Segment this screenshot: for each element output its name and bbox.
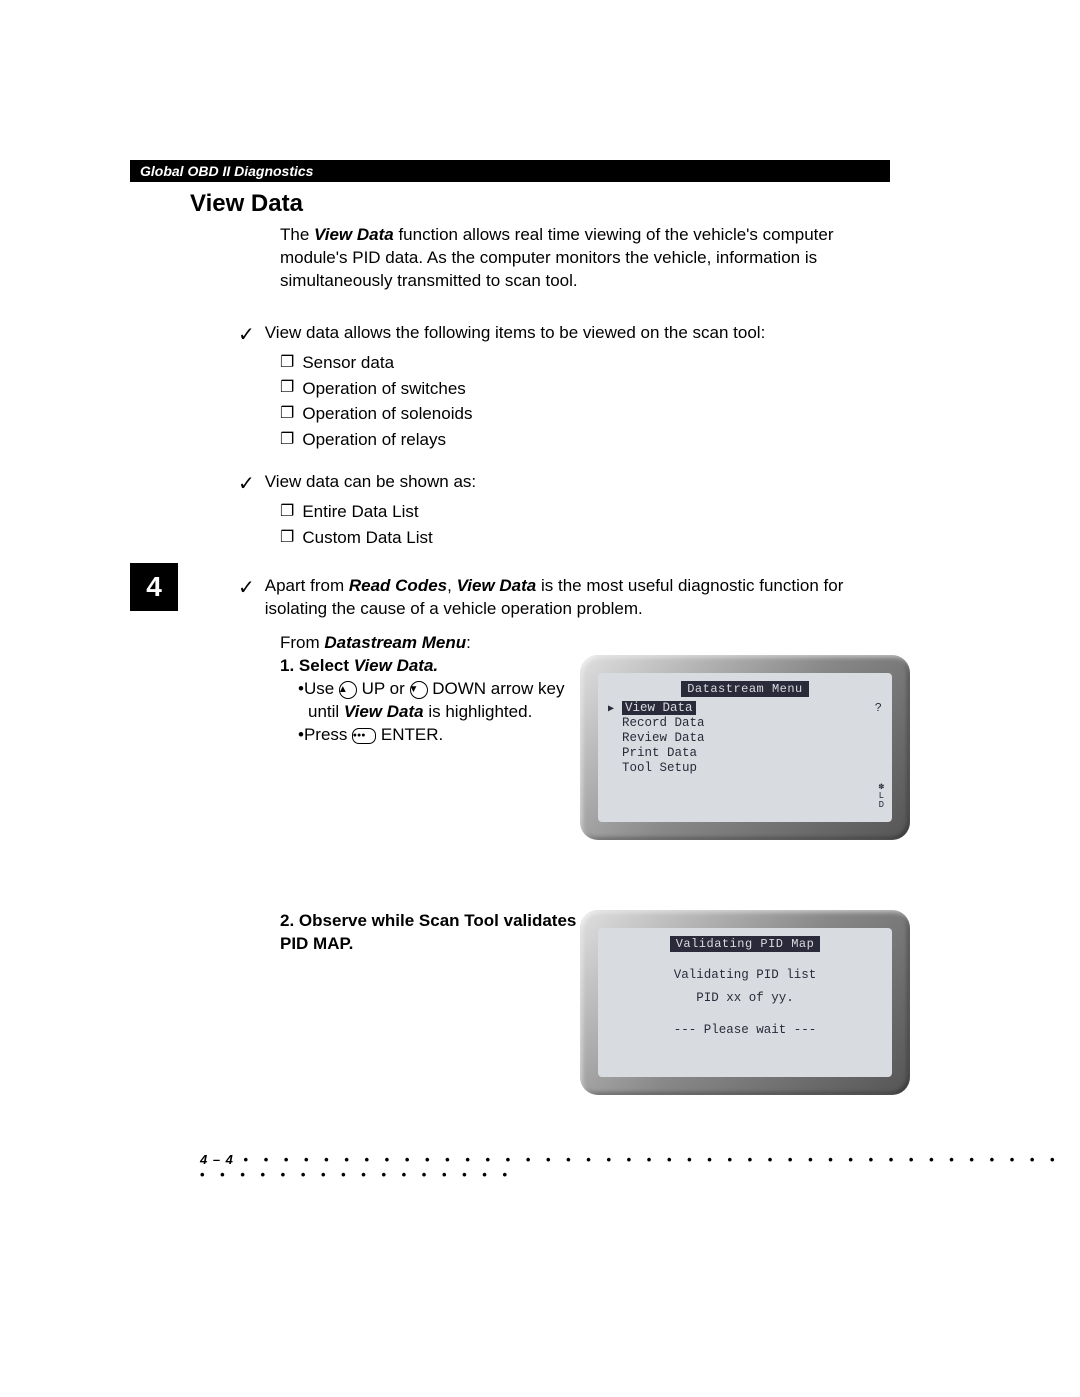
help-icon: ? <box>875 701 882 715</box>
check-item-1: ✓ View data allows the following items t… <box>238 321 910 349</box>
page-footer: 4 – 4 • • • • • • • • • • • • • • • • • … <box>200 1152 1080 1182</box>
emphasis: View Data <box>344 702 424 721</box>
list-item: ❐ Custom Data List <box>280 526 910 550</box>
screen-item-label: View Data <box>622 701 696 715</box>
screen-2-line: PID xx of yy. <box>608 987 882 1010</box>
emphasis: View Data <box>457 576 537 595</box>
step-1-row: 1. Select View Data. •Use ▲ UP or ▼ DOWN… <box>280 655 910 840</box>
list-item: ❐ Operation of solenoids <box>280 402 910 426</box>
list-item-label: Sensor data <box>302 351 394 375</box>
footer-dots: • • • • • • • • • • • • • • • • • • • • … <box>200 1152 1061 1182</box>
from-line: From Datastream Menu: <box>280 633 910 653</box>
screen-2-frame: Validating PID Map Validating PID list P… <box>580 910 910 1095</box>
text: Apart from <box>265 576 349 595</box>
screen-2-title: Validating PID Map <box>670 936 821 952</box>
box-bullet-icon: ❐ <box>280 527 294 549</box>
checkmark-icon: ✓ <box>238 574 255 602</box>
intro-prefix: The <box>280 225 314 244</box>
step-2-heading: 2. Observe while Scan Tool validates PID… <box>280 910 580 956</box>
step-1-sub-1: •Use ▲ UP or ▼ DOWN arrow key until View… <box>298 678 580 724</box>
screen-2-line: Validating PID list <box>608 964 882 987</box>
box-bullet-icon: ❐ <box>280 429 294 451</box>
check-item-2: ✓ View data can be shown as: <box>238 470 910 498</box>
intro-emphasis: View Data <box>314 225 394 244</box>
text: is highlighted. <box>424 702 533 721</box>
down-arrow-icon: ▼ <box>410 681 428 699</box>
text: , <box>447 576 456 595</box>
emphasis: View Data. <box>354 656 438 675</box>
enter-button-icon: ●●● <box>352 728 376 744</box>
sub-list-2: ❐ Entire Data List ❐ Custom Data List <box>280 500 910 550</box>
chapter-tab: 4 <box>130 563 178 611</box>
text: Use <box>304 679 339 698</box>
check3-text: Apart from Read Codes, View Data is the … <box>265 574 910 622</box>
body-content: ✓ View data allows the following items t… <box>238 321 910 621</box>
check-item-3: ✓ Apart from Read Codes, View Data is th… <box>238 574 910 622</box>
text: Press <box>304 725 352 744</box>
list-item-label: Operation of switches <box>302 377 465 401</box>
page-number: 4 – 4 <box>200 1152 234 1167</box>
screen-1-frame: Datastream Menu View Data Record Data Re… <box>580 655 910 840</box>
header-bar: Global OBD II Diagnostics <box>130 160 890 182</box>
emphasis: Read Codes <box>349 576 447 595</box>
list-item-label: Operation of solenoids <box>302 402 472 426</box>
section-title: View Data <box>190 190 910 218</box>
list-item-label: Custom Data List <box>302 526 432 550</box>
text: ENTER. <box>376 725 443 744</box>
text: Select <box>299 656 354 675</box>
intro-paragraph: The View Data function allows real time … <box>280 224 880 293</box>
box-bullet-icon: ❐ <box>280 352 294 374</box>
check2-text: View data can be shown as: <box>265 470 476 494</box>
sub-list-1: ❐ Sensor data ❐ Operation of switches ❐ Ope… <box>280 351 910 452</box>
step-2-text: 2. Observe while Scan Tool validates PID… <box>280 910 580 1095</box>
screen-1-item: Print Data <box>608 746 882 760</box>
screen-1-item: Tool Setup <box>608 761 882 775</box>
list-item: ❐ Operation of relays <box>280 428 910 452</box>
step-1-heading: 1. Select View Data. <box>280 655 580 678</box>
text: From <box>280 633 324 652</box>
checkmark-icon: ✓ <box>238 321 255 349</box>
list-item: ❐ Sensor data <box>280 351 910 375</box>
step-label: Observe while Scan Tool validates PID MA… <box>280 911 576 953</box>
screen-1-item-selected: View Data <box>608 701 882 715</box>
box-bullet-icon: ❐ <box>280 403 294 425</box>
step-number: 1. <box>280 656 294 675</box>
screen-1-display: Datastream Menu View Data Record Data Re… <box>598 673 892 822</box>
up-arrow-icon: ▲ <box>339 681 357 699</box>
list-item-label: Operation of relays <box>302 428 446 452</box>
check1-text: View data allows the following items to … <box>265 321 766 345</box>
screen-side-indicator: ✽LD <box>879 783 884 810</box>
emphasis: Datastream Menu <box>324 633 466 652</box>
screen-2-body: Validating PID list PID xx of yy. --- Pl… <box>608 964 882 1042</box>
list-item: ❐ Entire Data List <box>280 500 910 524</box>
screen-1-title: Datastream Menu <box>681 681 809 697</box>
checkmark-icon: ✓ <box>238 470 255 498</box>
screen-1-item: Review Data <box>608 731 882 745</box>
step-1-sub-2: •Press ●●● ENTER. <box>298 724 580 747</box>
box-bullet-icon: ❐ <box>280 501 294 523</box>
step-1-text: 1. Select View Data. •Use ▲ UP or ▼ DOWN… <box>280 655 580 840</box>
step-number: 2. <box>280 911 294 930</box>
list-item-label: Entire Data List <box>302 500 418 524</box>
screen-2-line: --- Please wait --- <box>608 1019 882 1042</box>
text: UP or <box>357 679 410 698</box>
screen-1-item: Record Data <box>608 716 882 730</box>
page-content: Global OBD II Diagnostics View Data The … <box>130 160 910 1095</box>
list-item: ❐ Operation of switches <box>280 377 910 401</box>
screen-2-display: Validating PID Map Validating PID list P… <box>598 928 892 1077</box>
box-bullet-icon: ❐ <box>280 377 294 399</box>
step-2-row: 2. Observe while Scan Tool validates PID… <box>280 910 910 1095</box>
text: : <box>466 633 471 652</box>
